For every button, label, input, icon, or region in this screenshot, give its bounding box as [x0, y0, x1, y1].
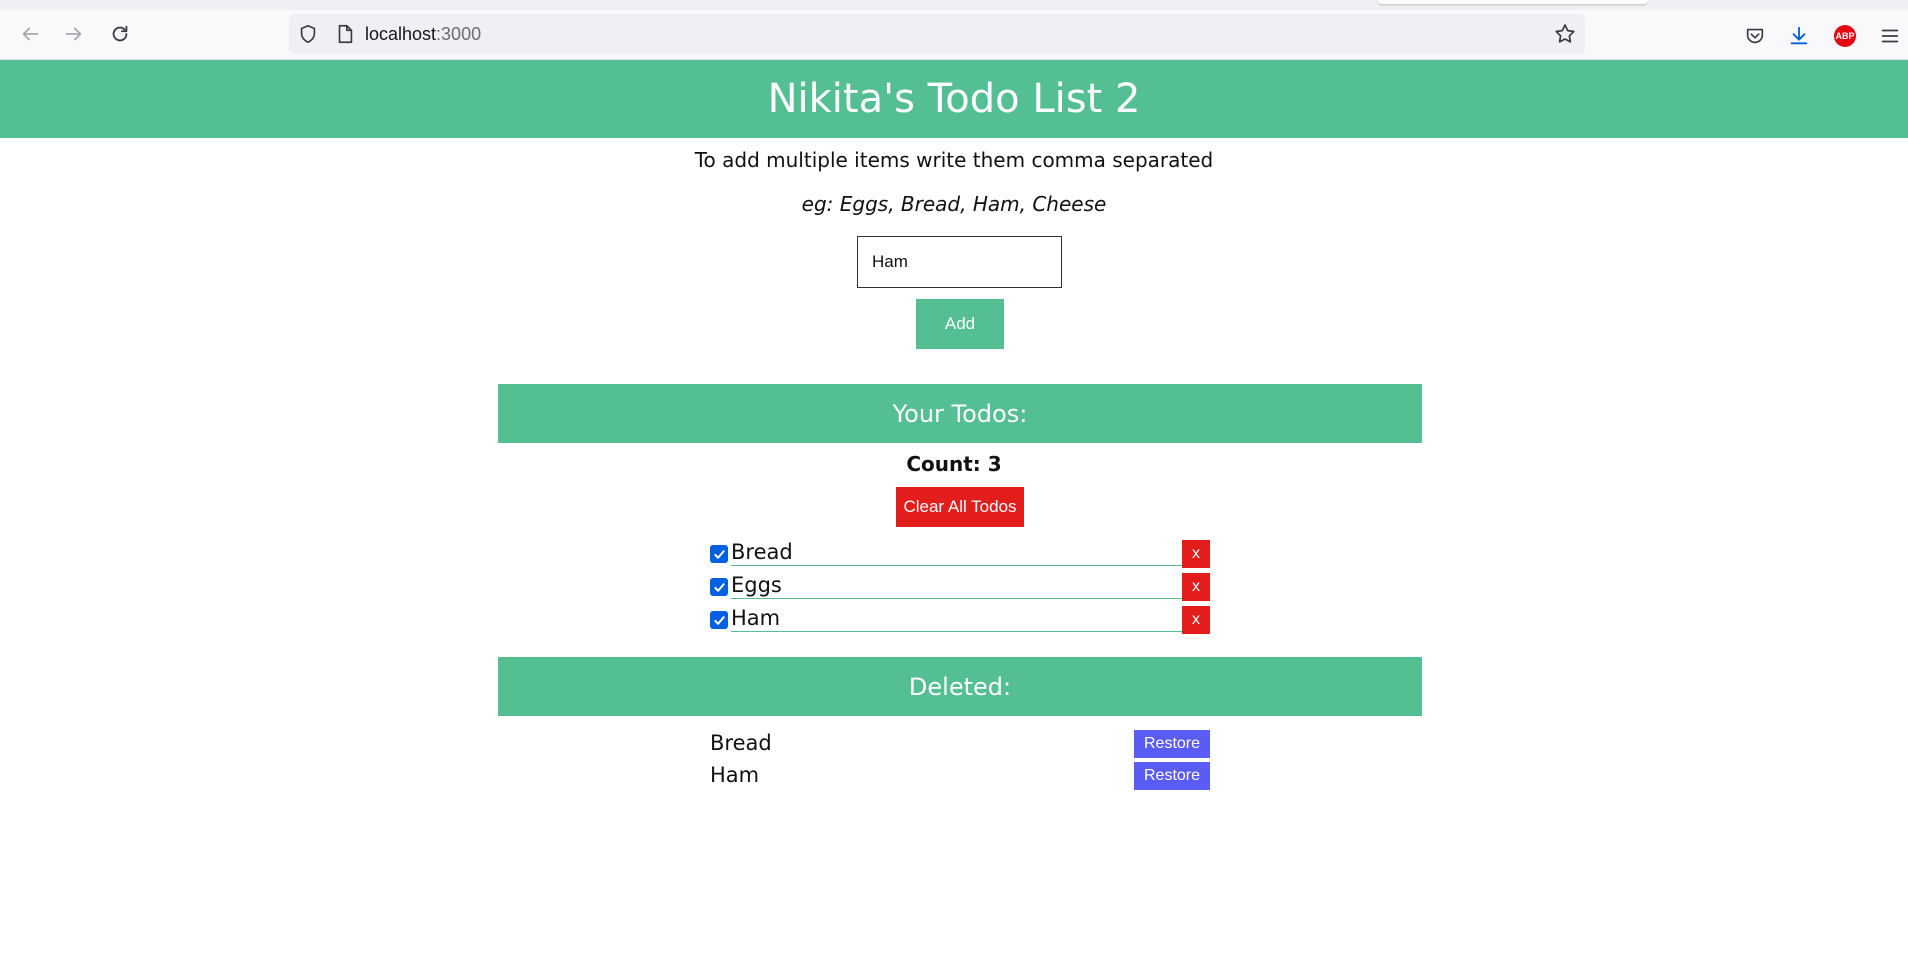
todo-checkbox[interactable]: [710, 611, 728, 629]
example-text: eg: Eggs, Bread, Ham, Cheese: [801, 192, 1107, 216]
count-value: 3: [987, 452, 1002, 476]
todo-count: Count: 3: [0, 452, 1908, 476]
url-text[interactable]: localhost:3000: [365, 24, 481, 45]
todo-checkbox[interactable]: [710, 545, 728, 563]
todo-text[interactable]: Bread: [731, 540, 1187, 566]
tab-strip: [0, 0, 1908, 10]
url-port: :3000: [436, 24, 482, 44]
back-button[interactable]: [14, 18, 46, 50]
checkmark-icon: [713, 549, 725, 559]
todos-heading: Your Todos:: [498, 384, 1422, 443]
downloads-button[interactable]: [1785, 22, 1813, 50]
app-header: Nikita's Todo List 2: [0, 60, 1908, 138]
forward-arrow-icon: [65, 27, 82, 41]
delete-todo-button[interactable]: x: [1182, 573, 1210, 601]
restore-button[interactable]: Restore: [1134, 762, 1210, 790]
back-arrow-icon: [22, 27, 39, 41]
reload-icon: [112, 25, 128, 42]
reload-button[interactable]: [104, 18, 136, 50]
todo-item: Ham x: [710, 606, 1210, 639]
todo-item: Eggs x: [710, 573, 1210, 606]
url-bar[interactable]: localhost:3000: [289, 14, 1585, 54]
checkmark-icon: [713, 615, 725, 625]
deleted-text: Ham: [710, 763, 760, 787]
app-title: Nikita's Todo List 2: [767, 76, 1141, 122]
count-label: Count:: [906, 452, 981, 476]
url-host: localhost: [365, 24, 437, 44]
checkmark-icon: [713, 582, 725, 592]
deleted-list: Bread Restore Ham Restore: [710, 730, 1210, 794]
adblock-button[interactable]: ABP: [1831, 22, 1859, 50]
todo-input[interactable]: [857, 236, 1062, 288]
forward-button[interactable]: [58, 18, 90, 50]
deleted-item: Bread Restore: [710, 730, 1210, 762]
browser-toolbar: localhost:3000 ABP: [0, 10, 1908, 60]
delete-todo-button[interactable]: x: [1182, 540, 1210, 568]
pocket-button[interactable]: [1741, 22, 1769, 50]
deleted-text: Bread: [710, 731, 772, 755]
shield-icon[interactable]: [297, 23, 319, 45]
menu-button[interactable]: [1876, 22, 1904, 50]
instructions-text: To add multiple items write them comma s…: [694, 148, 1214, 172]
adblock-icon: ABP: [1834, 25, 1856, 47]
pocket-icon: [1746, 28, 1764, 44]
deleted-item: Ham Restore: [710, 762, 1210, 794]
deleted-heading: Deleted:: [498, 657, 1422, 716]
tab-hint: [1378, 0, 1648, 4]
clear-all-button[interactable]: Clear All Todos: [896, 487, 1024, 527]
todo-item: Bread x: [710, 540, 1210, 573]
todo-text[interactable]: Ham: [731, 606, 1187, 632]
restore-button[interactable]: Restore: [1134, 730, 1210, 758]
todo-list: Bread x Eggs x Ham x: [710, 540, 1210, 639]
delete-todo-button[interactable]: x: [1182, 606, 1210, 634]
download-icon: [1790, 26, 1808, 45]
add-button[interactable]: Add: [916, 299, 1004, 349]
todo-checkbox[interactable]: [710, 578, 728, 596]
hamburger-menu-icon: [1881, 29, 1899, 43]
todo-text[interactable]: Eggs: [731, 573, 1187, 599]
star-icon[interactable]: [1553, 22, 1577, 46]
page-icon[interactable]: [335, 23, 355, 45]
